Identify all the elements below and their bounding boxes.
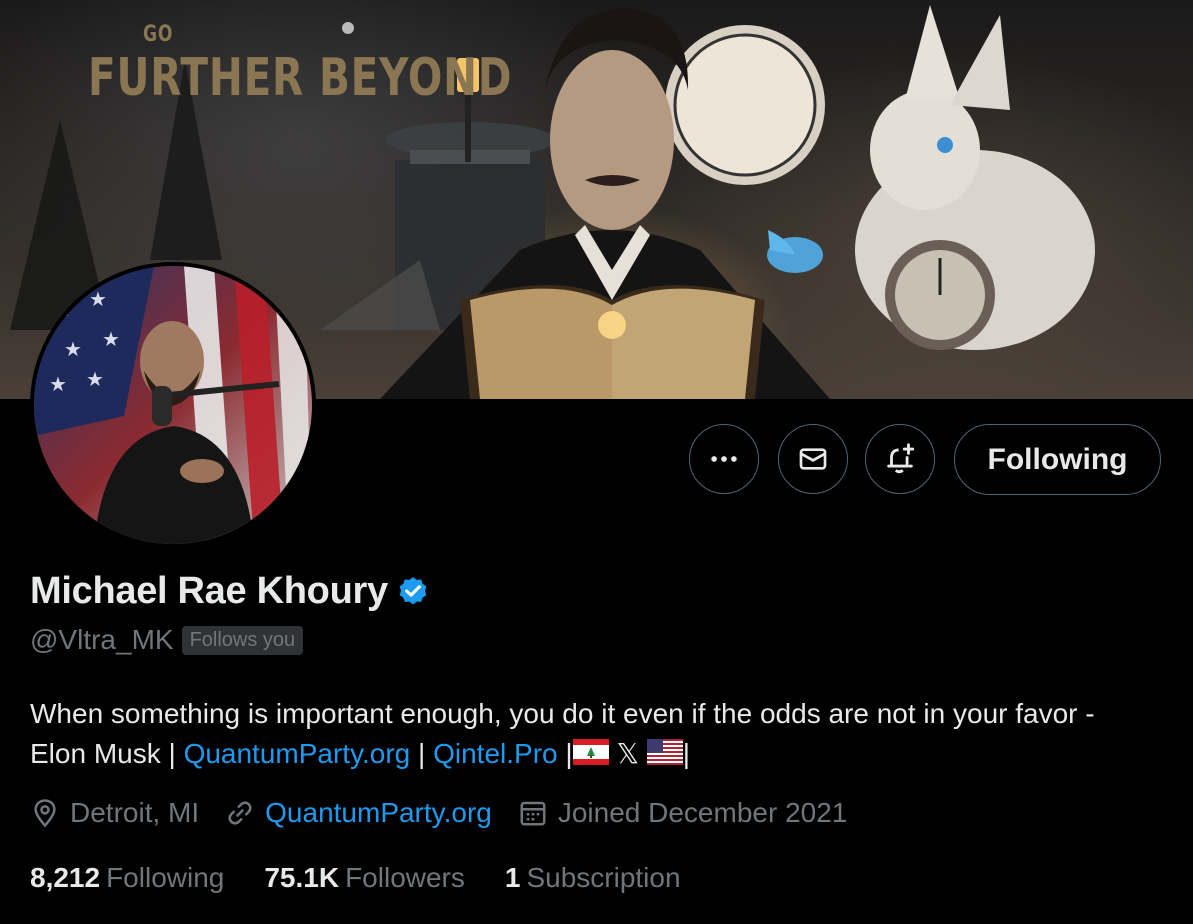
more-button[interactable] xyxy=(689,424,759,494)
profile-name-row: Michael Rae Khoury xyxy=(30,570,430,613)
calendar-icon xyxy=(520,801,546,826)
svg-text:★: ★ xyxy=(49,374,67,396)
following-count: 8,212 xyxy=(30,862,101,893)
handle: @Vltra_MK xyxy=(30,624,174,655)
notify-button[interactable] xyxy=(865,424,935,494)
message-button[interactable] xyxy=(778,424,848,494)
subscription-count: 1 xyxy=(504,862,521,893)
handle-row: @Vltra_MK Follows you xyxy=(30,624,304,656)
svg-text:★: ★ xyxy=(86,369,104,391)
website[interactable]: QuantumParty.org xyxy=(225,797,492,829)
bio-link-qintel[interactable]: Qintel.Pro xyxy=(433,738,558,769)
location-pin-icon xyxy=(34,799,56,828)
lebanon-flag-icon xyxy=(572,736,609,776)
followers-count: 75.1K xyxy=(264,862,340,893)
bio-link-quantumparty[interactable]: QuantumParty.org xyxy=(184,738,411,769)
joined-text: Joined December 2021 xyxy=(557,797,848,828)
envelope-icon xyxy=(799,448,827,470)
bio-separator: | xyxy=(557,738,573,769)
location-text: Detroit, MI xyxy=(70,797,200,828)
following-stat[interactable]: 8,212 Following xyxy=(30,862,224,894)
website-link[interactable]: QuantumParty.org xyxy=(265,797,492,829)
joined-date: Joined December 2021 xyxy=(518,797,848,829)
svg-text:★: ★ xyxy=(89,289,107,311)
bio: When something is important enough, you … xyxy=(30,694,1150,776)
followers-stat[interactable]: 75.1K Followers xyxy=(264,862,465,894)
more-horizontal-icon xyxy=(711,456,737,462)
svg-text:★: ★ xyxy=(64,339,82,361)
location: Detroit, MI xyxy=(30,797,199,829)
followers-label: Followers xyxy=(345,862,465,893)
avatar-image: ★ ★ ★ ★ ★ ★ xyxy=(34,266,312,544)
following-label: Following xyxy=(106,862,225,893)
banner-text-further-beyond: FURTHER BEYOND xyxy=(88,48,513,108)
following-button[interactable]: Following xyxy=(954,424,1161,495)
display-name: Michael Rae Khoury xyxy=(30,570,388,612)
profile-stats: 8,212 Following 75.1K Followers 1 Subscript… xyxy=(30,862,721,894)
x-logo-icon: 𝕏 xyxy=(616,738,640,769)
link-icon xyxy=(228,801,252,825)
verified-badge-icon[interactable] xyxy=(396,575,430,609)
usa-flag-icon xyxy=(646,736,683,776)
profile-meta: Detroit, MI QuantumParty.org Joined Dece… xyxy=(30,797,873,829)
avatar[interactable]: ★ ★ ★ ★ ★ ★ xyxy=(30,262,316,548)
banner-text-go: GO xyxy=(143,22,174,47)
subscription-label: Subscription xyxy=(526,862,681,893)
bio-end: | xyxy=(682,738,691,769)
svg-text:★: ★ xyxy=(102,329,120,351)
bio-separator: | xyxy=(410,738,434,769)
follows-you-badge: Follows you xyxy=(181,625,304,655)
bell-plus-icon xyxy=(887,443,915,474)
subscription-stat[interactable]: 1 Subscription xyxy=(505,862,681,894)
